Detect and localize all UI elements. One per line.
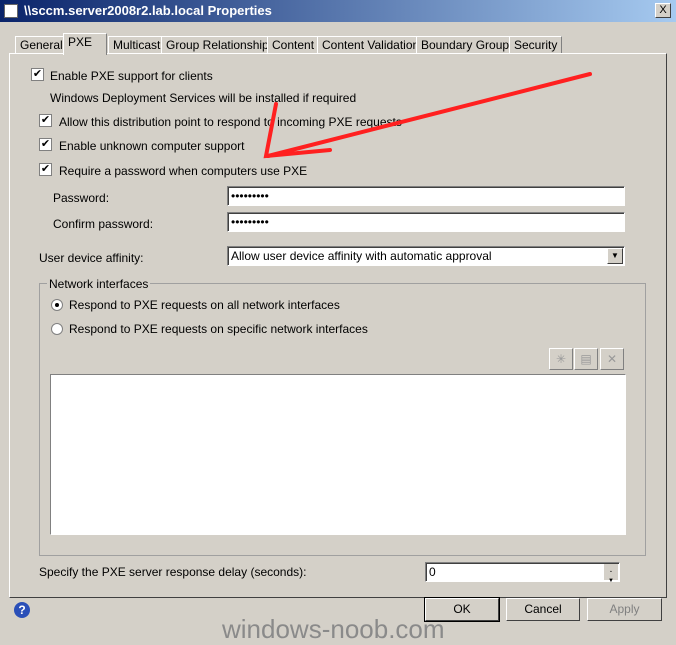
- arrow-shaft: [266, 72, 592, 158]
- tab-pxe[interactable]: PXE: [63, 33, 107, 55]
- red-arrow-annotation: [263, 72, 592, 159]
